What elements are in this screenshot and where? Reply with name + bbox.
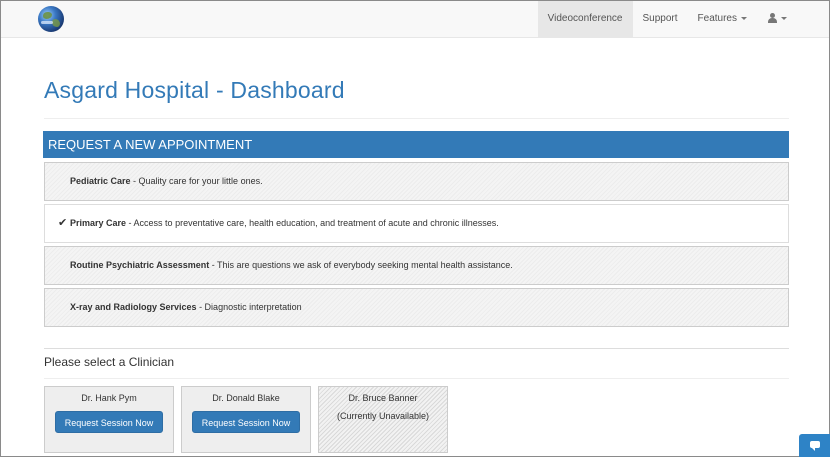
clinician-name: Dr. Hank Pym xyxy=(81,393,137,403)
caret-down-icon xyxy=(781,16,787,20)
appointment-panel-heading: REQUEST A NEW APPOINTMENT xyxy=(43,131,789,158)
section-divider xyxy=(44,348,789,349)
navbar: Videoconference Support Features xyxy=(1,1,829,38)
service-desc: - Diagnostic interpretation xyxy=(196,302,302,312)
clinician-name: Dr. Bruce Banner xyxy=(348,393,418,403)
nav-features-dropdown[interactable]: Features xyxy=(688,1,757,37)
nav-items: Videoconference Support Features xyxy=(537,1,829,37)
section-divider xyxy=(44,378,789,379)
request-session-button[interactable]: Request Session Now xyxy=(192,411,300,433)
clinician-name: Dr. Donald Blake xyxy=(212,393,280,403)
clinician-card-donald-blake: Dr. Donald Blake Request Session Now xyxy=(181,386,311,453)
unavailable-status: (Currently Unavailable) xyxy=(336,411,430,421)
clinician-section-title: Please select a Clinician xyxy=(44,355,175,369)
chat-icon xyxy=(810,441,820,451)
service-name: Pediatric Care xyxy=(70,176,131,186)
title-divider xyxy=(44,118,789,119)
nav-user-dropdown[interactable] xyxy=(757,1,829,37)
service-name: X-ray and Radiology Services xyxy=(70,302,197,312)
service-desc: - Access to preventative care, health ed… xyxy=(126,218,499,228)
nav-support[interactable]: Support xyxy=(633,1,688,37)
service-desc: - Quality care for your little ones. xyxy=(130,176,263,186)
service-item-radiology[interactable]: X-ray and Radiology Services - Diagnosti… xyxy=(44,288,789,327)
user-icon xyxy=(767,13,777,24)
clinician-card-bruce-banner: Dr. Bruce Banner (Currently Unavailable) xyxy=(318,386,448,453)
service-desc: - This are questions we ask of everybody… xyxy=(209,260,513,270)
request-session-button[interactable]: Request Session Now xyxy=(55,411,163,433)
clinician-card-hank-pym: Dr. Hank Pym Request Session Now xyxy=(44,386,174,453)
page-title: Asgard Hospital - Dashboard xyxy=(44,77,345,103)
service-item-primary-care[interactable]: ✔ Primary Care - Access to preventative … xyxy=(44,204,789,243)
service-item-pediatric-care[interactable]: Pediatric Care - Quality care for your l… xyxy=(44,162,789,201)
nav-videoconference[interactable]: Videoconference xyxy=(537,1,633,37)
caret-down-icon xyxy=(741,16,747,20)
chat-button[interactable] xyxy=(799,434,830,457)
service-name: Routine Psychiatric Assessment xyxy=(70,260,210,270)
nav-features-label: Features xyxy=(697,13,737,24)
globe-logo-icon[interactable] xyxy=(38,6,64,32)
service-name: Primary Care xyxy=(70,218,127,228)
checkmark-icon: ✔ xyxy=(58,217,68,229)
service-item-psychiatric-assessment[interactable]: Routine Psychiatric Assessment - This ar… xyxy=(44,246,789,285)
